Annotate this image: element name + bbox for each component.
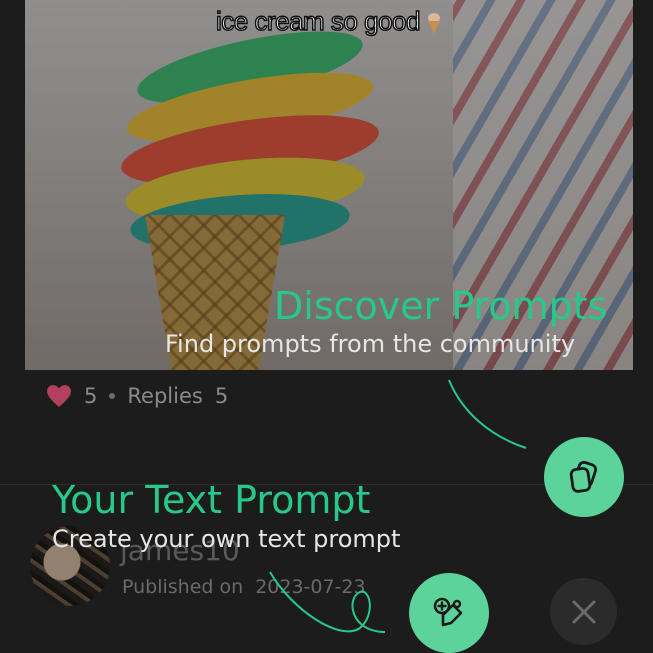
published-date: 2023-07-23 [255,576,366,598]
discover-prompts-button[interactable] [544,437,624,517]
published-info: Published on 2023-07-23 [122,576,378,598]
create-hint-subtitle: Create your own text prompt [52,525,401,553]
separator-dot [109,393,116,399]
replies-count: 5 [214,384,229,408]
close-icon [572,600,595,623]
post-stats: 5 Replies 5 [46,381,228,411]
heart-icon[interactable] [46,384,72,408]
replies-label[interactable]: Replies [127,384,202,408]
image-caption: ice cream so good [25,5,633,37]
caption-text: ice cream so good [215,5,421,37]
stacked-cards-icon [569,460,598,493]
create-prompt-icon [433,597,463,627]
discover-hint-title: Discover Prompts [274,284,608,328]
ice-cream-icon [427,13,440,34]
discover-hint-subtitle: Find prompts from the community [165,330,576,358]
create-hint-title: Your Text Prompt [52,478,371,522]
like-count: 5 [84,384,98,408]
close-button[interactable] [550,578,617,645]
create-prompt-button[interactable] [409,573,489,653]
published-label: Published on [122,576,244,598]
